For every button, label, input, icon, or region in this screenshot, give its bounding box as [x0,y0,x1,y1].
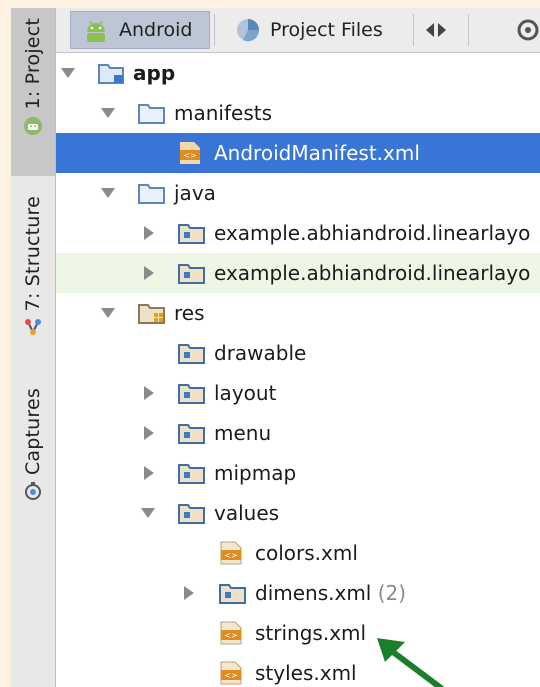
tree-row-label: values [214,501,280,525]
package-folder-icon [178,261,206,290]
expand-arrow-icon[interactable] [101,108,115,118]
tree-row-dimens-xml[interactable]: dimens.xml (2) [56,573,540,613]
tree-row-label: dimens.xml [255,581,372,605]
tree-row-drawable[interactable]: drawable [56,333,540,373]
folder-icon [138,101,166,130]
folder-icon [138,181,166,210]
project-tree: app manifests <> AndroidManifest.xml jav… [56,53,540,687]
scroll-tabs-icon[interactable] [423,20,449,44]
tree-row-menu[interactable]: menu [56,413,540,453]
tab-project-files-label: Project Files [270,19,383,41]
tree-row-label: strings.xml [255,621,367,645]
tree-row-label: res [174,301,205,325]
collapse-arrow-icon[interactable] [144,266,154,280]
xml-file-icon: <> [219,621,243,650]
tree-row-label: manifests [174,101,272,125]
tree-row-package[interactable]: example.abhiandroid.linearlayo [56,253,540,293]
xml-file-icon: <> [219,541,243,570]
expand-arrow-icon[interactable] [101,188,115,198]
tree-row-label: menu [214,421,272,445]
side-tab-project[interactable]: 1: Project [11,8,55,176]
svg-text:<>: <> [224,671,237,680]
tab-android[interactable]: Android [70,11,210,49]
svg-text:<>: <> [224,551,237,560]
expand-arrow-icon[interactable] [101,308,115,318]
collapse-arrow-icon[interactable] [184,586,194,600]
tree-row-styles-xml[interactable]: <> styles.xml [56,653,540,687]
folder-icon [178,501,206,530]
xml-file-icon: <> [219,661,243,687]
folder-icon [178,421,206,450]
xml-file-icon: <> [178,141,202,170]
collapse-arrow-icon[interactable] [144,386,154,400]
tree-row-res[interactable]: res [56,293,540,333]
side-tab-captures[interactable]: Captures [11,388,55,528]
tree-row-mipmap[interactable]: mipmap [56,453,540,493]
tree-row-layout[interactable]: layout [56,373,540,413]
tree-row-strings-xml[interactable]: <> strings.xml [56,613,540,653]
expand-arrow-icon[interactable] [61,68,75,78]
pie-chart-icon [234,16,262,49]
project-view-toolbar: Android Project Files [56,8,540,53]
side-tool-strip: 1: Project 7: Structure Captures [11,8,56,687]
tree-row-app[interactable]: app [56,53,540,93]
collapse-arrow-icon[interactable] [144,466,154,480]
svg-text:<>: <> [224,631,237,640]
side-tab-structure[interactable]: 7: Structure [11,196,55,356]
module-folder-icon [98,61,126,90]
tree-row-label: layout [214,381,277,405]
tree-row-label: app [133,61,176,85]
resources-folder-icon [138,301,166,330]
tab-project-files[interactable]: Project Files [226,11,406,49]
tree-row-manifests[interactable]: manifests [56,93,540,133]
tree-row-label: AndroidManifest.xml [214,141,420,165]
tree-row-label: drawable [214,341,307,365]
project-tool-window: 1: Project 7: Structure Captures Android… [11,8,540,687]
collapse-arrow-icon[interactable] [144,226,154,240]
folder-icon [178,341,206,370]
collapse-arrow-icon[interactable] [144,426,154,440]
svg-text:<>: <> [183,151,196,160]
tree-row-label: mipmap [214,461,297,485]
tree-row-label: colors.xml [255,541,358,565]
side-tab-project-label: 1: Project [22,18,44,110]
tree-row-androidmanifest[interactable]: <> AndroidManifest.xml [56,133,540,173]
package-folder-icon [178,221,206,250]
side-tab-structure-label: 7: Structure [22,196,44,312]
tab-android-label: Android [119,19,193,41]
android-icon [83,18,109,49]
folder-icon [178,461,206,490]
tree-row-label: example.abhiandroid.linearlayo [214,261,531,285]
expand-arrow-icon[interactable] [141,508,155,518]
folder-icon [178,381,206,410]
tree-row-package[interactable]: example.abhiandroid.linearlayo [56,213,540,253]
folder-icon [219,581,247,610]
tree-row-label: styles.xml [255,661,357,685]
settings-icon[interactable] [516,18,540,46]
structure-icon [23,317,43,341]
file-count-badge: (2) [377,581,407,605]
tree-row-java[interactable]: java [56,173,540,213]
tree-row-values[interactable]: values [56,493,540,533]
android-icon [23,116,43,140]
tree-row-colors-xml[interactable]: <> colors.xml [56,533,540,573]
side-tab-captures-label: Captures [22,388,44,476]
tree-row-label: example.abhiandroid.linearlayo [214,221,531,245]
annotation-arrow-icon [371,628,451,687]
tree-row-label: java [174,181,216,205]
captures-icon [23,481,43,505]
